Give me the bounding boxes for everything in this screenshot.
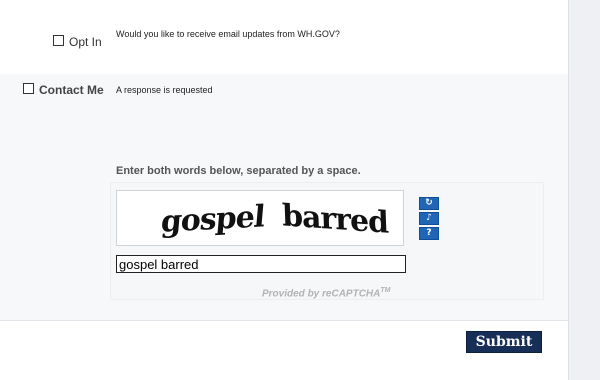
form-content: Opt In Would you like to receive email u… — [0, 0, 568, 380]
captcha-controls: ↻ ♪ ? — [419, 197, 439, 242]
contact-description: A response is requested — [116, 85, 213, 95]
captcha-input[interactable] — [116, 255, 406, 273]
recaptcha-credit: Provided by reCAPTCHATM — [262, 287, 390, 299]
audio-icon[interactable]: ♪ — [419, 212, 439, 225]
divider — [0, 320, 568, 321]
right-gutter — [568, 0, 600, 380]
refresh-icon[interactable]: ↻ — [419, 197, 439, 210]
help-icon[interactable]: ? — [419, 227, 439, 240]
captcha-word-1: gospel — [159, 199, 266, 240]
optin-checkbox[interactable] — [53, 35, 64, 46]
optin-label: Opt In — [69, 35, 102, 49]
submit-button[interactable]: Submit — [466, 331, 542, 353]
contact-label: Contact Me — [39, 83, 104, 97]
captcha-image: gospel barred — [116, 190, 404, 246]
contact-checkbox[interactable] — [23, 83, 34, 94]
captcha-instruction: Enter both words below, separated by a s… — [116, 165, 361, 177]
recaptcha-credit-text: Provided by reCAPTCHA — [262, 288, 381, 300]
optin-description: Would you like to receive email updates … — [116, 29, 340, 39]
captcha-word-2: barred — [281, 198, 389, 241]
recaptcha-trademark: TM — [380, 287, 391, 294]
